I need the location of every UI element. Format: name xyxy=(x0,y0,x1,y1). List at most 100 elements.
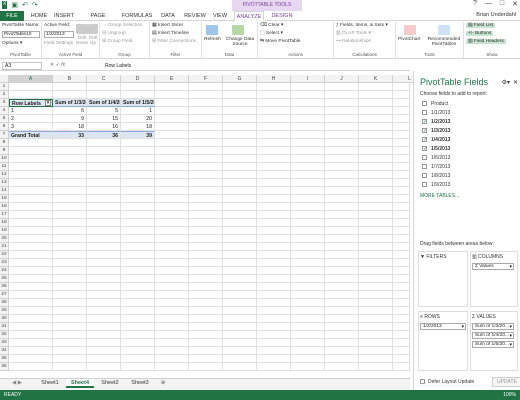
field-settings-button[interactable]: Field Settings xyxy=(44,41,73,46)
group-field-button[interactable]: ⊞ Group Field xyxy=(102,39,132,44)
cell[interactable] xyxy=(223,323,257,331)
cell[interactable] xyxy=(87,275,121,283)
pivot-column-header[interactable]: Sum of 1/3/2013 xyxy=(53,99,87,107)
cell[interactable] xyxy=(155,91,189,99)
cell[interactable] xyxy=(155,195,189,203)
cell[interactable] xyxy=(189,259,223,267)
cell[interactable] xyxy=(9,299,53,307)
cell[interactable] xyxy=(53,219,87,227)
cell[interactable] xyxy=(291,267,325,275)
cell[interactable] xyxy=(325,123,359,131)
cell[interactable] xyxy=(121,243,155,251)
cell[interactable] xyxy=(189,163,223,171)
cell[interactable] xyxy=(189,291,223,299)
more-tables-link[interactable]: MORE TABLES... xyxy=(420,193,459,199)
cell[interactable] xyxy=(189,147,223,155)
cell[interactable] xyxy=(393,195,410,203)
cell[interactable] xyxy=(121,235,155,243)
cell[interactable] xyxy=(189,299,223,307)
cell[interactable] xyxy=(9,307,53,315)
cell[interactable] xyxy=(291,219,325,227)
cell[interactable] xyxy=(359,139,393,147)
cell[interactable] xyxy=(359,83,393,91)
name-box[interactable]: A3 xyxy=(2,62,42,70)
cell[interactable] xyxy=(87,203,121,211)
cell[interactable] xyxy=(189,187,223,195)
column-header[interactable]: F xyxy=(189,75,223,83)
cell[interactable] xyxy=(189,235,223,243)
cell[interactable] xyxy=(87,355,121,363)
cell[interactable] xyxy=(325,363,359,371)
cell[interactable] xyxy=(53,91,87,99)
column-header[interactable]: G xyxy=(223,75,257,83)
row-header[interactable]: 29 xyxy=(0,307,9,315)
fx-icon[interactable]: ✕ ✓ fx xyxy=(50,62,65,68)
relationships-button[interactable]: ⊶ Relationships xyxy=(336,39,371,44)
cell[interactable] xyxy=(155,307,189,315)
cell[interactable] xyxy=(291,291,325,299)
cell[interactable] xyxy=(257,355,291,363)
cell[interactable] xyxy=(393,251,410,259)
field-label[interactable]: 1/1/2013 xyxy=(431,110,450,116)
fields-items-sets-button[interactable]: ƒ Fields, Items, & Sets ▾ xyxy=(336,23,388,28)
cell[interactable] xyxy=(121,259,155,267)
rows-field-item[interactable]: 1/2/2013 xyxy=(420,323,466,330)
row-header[interactable]: 32 xyxy=(0,331,9,339)
cell[interactable] xyxy=(189,339,223,347)
cell[interactable] xyxy=(359,147,393,155)
field-label[interactable]: 1/3/2013 xyxy=(431,128,450,134)
cell[interactable] xyxy=(223,99,257,107)
cell[interactable] xyxy=(121,331,155,339)
cell[interactable] xyxy=(223,267,257,275)
cell[interactable] xyxy=(53,259,87,267)
cell[interactable] xyxy=(189,251,223,259)
drill-down-button[interactable]: Drill Down xyxy=(76,36,88,46)
cell[interactable] xyxy=(291,331,325,339)
cell[interactable] xyxy=(393,363,410,371)
cell[interactable] xyxy=(325,275,359,283)
pivotchart-button[interactable]: PivotChart xyxy=(398,37,420,42)
cell[interactable] xyxy=(189,307,223,315)
cell[interactable] xyxy=(121,139,155,147)
cell[interactable] xyxy=(223,299,257,307)
cell[interactable] xyxy=(155,123,189,131)
cell[interactable] xyxy=(257,347,291,355)
row-header[interactable]: 20 xyxy=(0,235,9,243)
cell[interactable] xyxy=(223,251,257,259)
cell[interactable] xyxy=(223,203,257,211)
row-header[interactable]: 25 xyxy=(0,275,9,283)
tab-design[interactable]: DESIGN xyxy=(268,11,296,21)
cell[interactable] xyxy=(291,83,325,91)
cell[interactable] xyxy=(393,323,410,331)
cell[interactable] xyxy=(223,291,257,299)
cell[interactable] xyxy=(155,339,189,347)
cell[interactable] xyxy=(291,251,325,259)
row-header[interactable]: 11 xyxy=(0,163,9,171)
clear-button[interactable]: ⌫ Clear ▾ xyxy=(260,23,283,28)
tab-formulas[interactable]: FORMULAS xyxy=(120,11,154,21)
cell[interactable] xyxy=(393,179,410,187)
tab-review[interactable]: REVIEW xyxy=(182,11,208,21)
values-item[interactable]: Sum of 1/4/20... xyxy=(472,332,514,339)
cell[interactable] xyxy=(359,363,393,371)
cell[interactable] xyxy=(155,107,189,115)
cell[interactable] xyxy=(257,331,291,339)
cell[interactable] xyxy=(359,203,393,211)
cell[interactable] xyxy=(257,83,291,91)
cell[interactable] xyxy=(325,331,359,339)
cell[interactable] xyxy=(359,163,393,171)
zoom-level[interactable]: 100% xyxy=(503,390,516,400)
cell[interactable] xyxy=(121,363,155,371)
cell[interactable] xyxy=(121,187,155,195)
cell[interactable] xyxy=(9,283,53,291)
cell[interactable] xyxy=(121,211,155,219)
cell[interactable] xyxy=(359,195,393,203)
row-header[interactable]: 28 xyxy=(0,299,9,307)
cell[interactable] xyxy=(189,355,223,363)
cell[interactable] xyxy=(189,131,223,139)
cell[interactable] xyxy=(155,227,189,235)
cell[interactable] xyxy=(257,307,291,315)
cell[interactable] xyxy=(121,251,155,259)
cell[interactable] xyxy=(53,275,87,283)
row-header[interactable]: 34 xyxy=(0,347,9,355)
